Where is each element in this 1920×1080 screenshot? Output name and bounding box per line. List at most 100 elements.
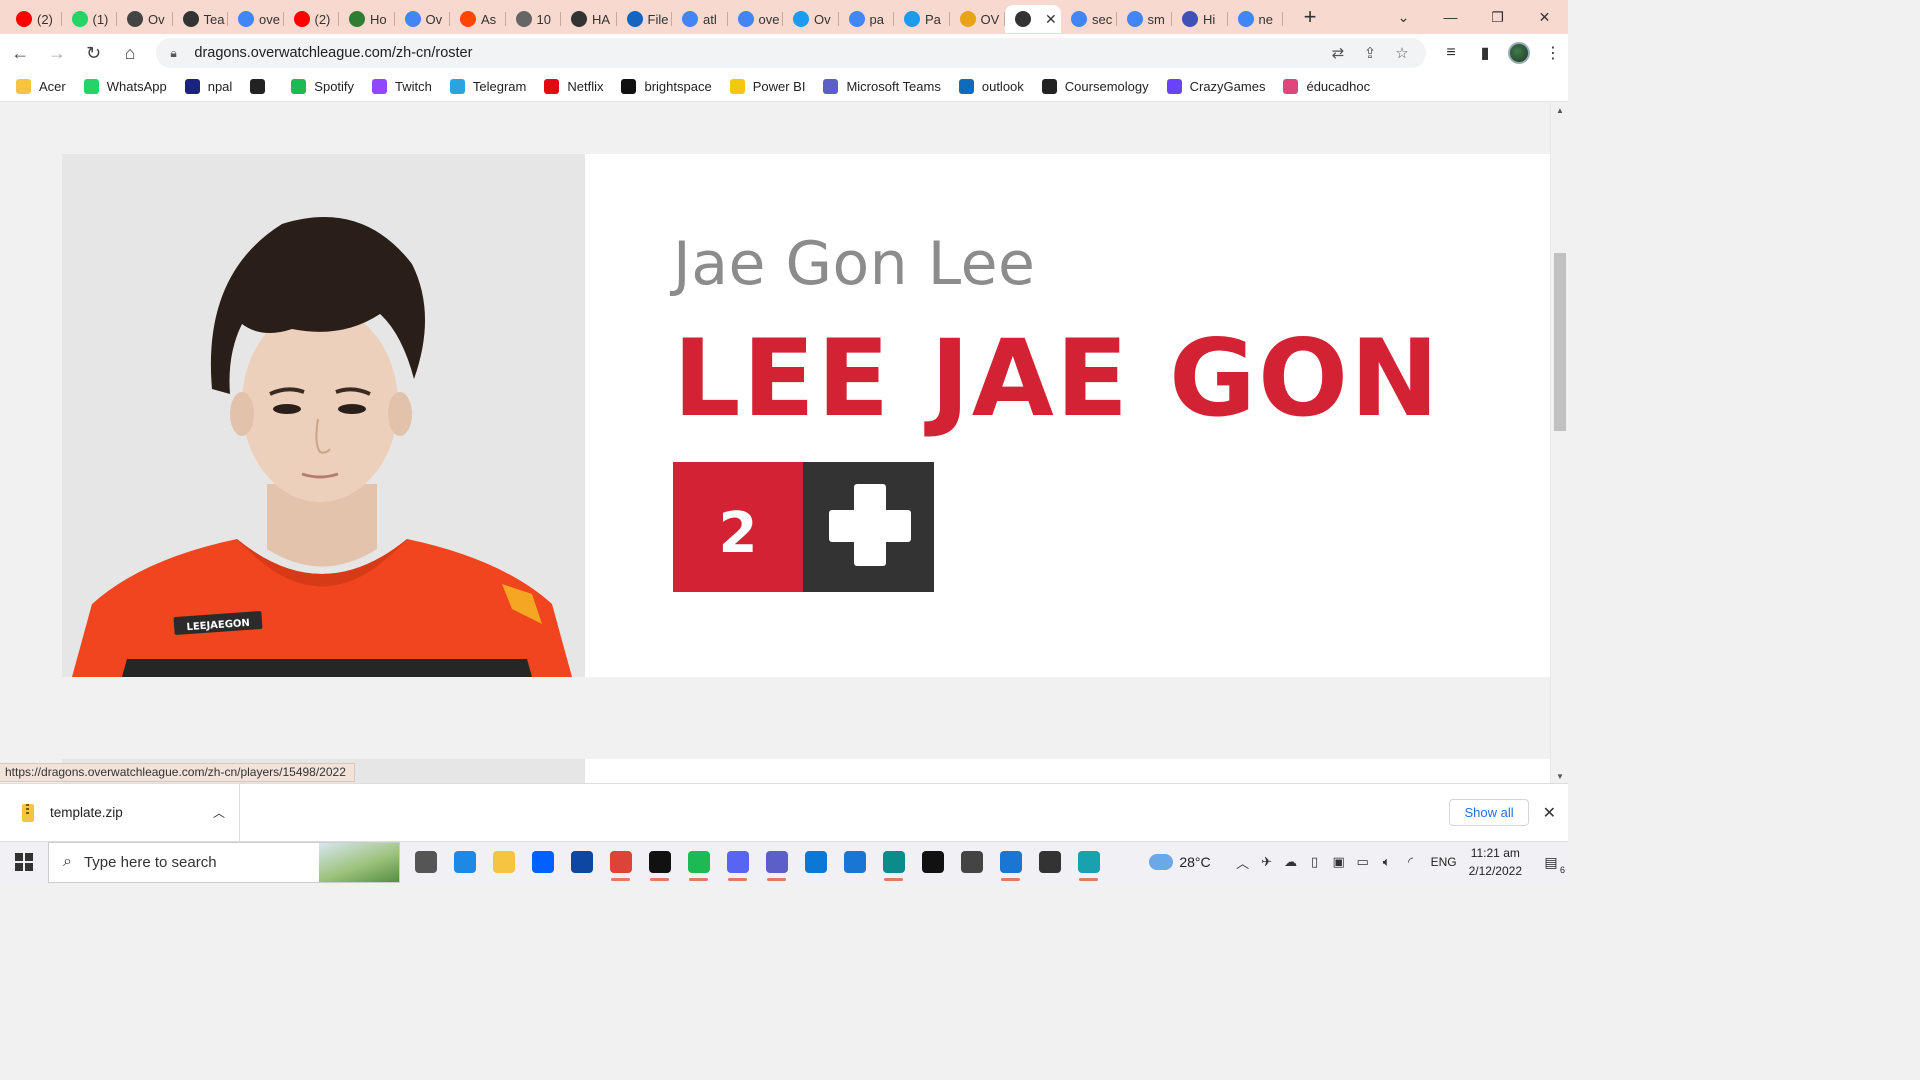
browser-tab[interactable]: Ov: [395, 5, 451, 33]
bookmark-item[interactable]: WhatsApp: [83, 79, 167, 94]
taskbar-app[interactable]: [991, 842, 1030, 883]
taskbar-app[interactable]: [562, 842, 601, 883]
new-tab-button[interactable]: +: [1293, 3, 1327, 31]
browser-tab[interactable]: pa: [839, 5, 895, 33]
taskbar-app[interactable]: [484, 842, 523, 883]
share-icon[interactable]: ⇪: [1354, 44, 1386, 62]
browser-tab[interactable]: 10: [506, 5, 562, 33]
scroll-down-icon[interactable]: ▼: [1551, 769, 1569, 783]
taskbar-app[interactable]: [601, 842, 640, 883]
taskbar-search[interactable]: ⌕ Type here to search: [48, 841, 400, 883]
taskbar-app[interactable]: [523, 842, 562, 883]
clock[interactable]: 11:21 am 2/12/2022: [1469, 844, 1522, 880]
language-indicator[interactable]: ENG: [1431, 855, 1457, 869]
bookmark-item[interactable]: npal: [184, 79, 232, 94]
taskbar-app[interactable]: [406, 842, 445, 883]
tray-chevron-up-icon[interactable]: ︿: [1231, 853, 1255, 872]
taskbar-app[interactable]: [1069, 842, 1108, 883]
onedrive-icon[interactable]: ☁︎: [1279, 854, 1303, 870]
taskbar-app[interactable]: [757, 842, 796, 883]
bookmark-item[interactable]: Spotify: [291, 79, 354, 94]
tab-search-chevron-icon[interactable]: ⌄: [1380, 0, 1427, 34]
browser-tab[interactable]: OV: [950, 5, 1006, 33]
browser-tab[interactable]: Hi: [1172, 5, 1228, 33]
bookmark-item[interactable]: brightspace: [621, 79, 712, 94]
lock-icon[interactable]: 🔒︎: [170, 46, 188, 61]
browser-tab[interactable]: Tea: [173, 5, 229, 33]
bookmark-item[interactable]: Netflix: [544, 79, 603, 94]
player-card[interactable]: LEEJAEGON Jae Gon Lee LEE JAE GON 2: [62, 154, 1550, 677]
bookmark-item[interactable]: Telegram: [449, 79, 526, 94]
browser-tab[interactable]: HA: [561, 5, 617, 33]
bookmark-item[interactable]: outlook: [958, 79, 1024, 94]
weather-widget[interactable]: 28°C: [1149, 854, 1211, 870]
minimize-button[interactable]: —: [1427, 0, 1474, 34]
start-button[interactable]: [0, 842, 48, 883]
browser-tab[interactable]: atl: [672, 5, 728, 33]
taskbar-app[interactable]: [1030, 842, 1069, 883]
volume-icon[interactable]: 🔈︎: [1375, 854, 1399, 870]
home-button[interactable]: ⌂: [114, 37, 147, 70]
close-window-button[interactable]: ✕: [1521, 0, 1568, 34]
url-text[interactable]: dragons.overwatchleague.com/zh-cn/roster: [194, 45, 1322, 61]
browser-tab[interactable]: (1): [62, 5, 118, 33]
close-icon[interactable]: ✕: [1543, 803, 1556, 823]
battery-icon[interactable]: ▭: [1351, 854, 1375, 870]
download-filename[interactable]: template.zip: [50, 805, 213, 820]
taskbar-app[interactable]: [952, 842, 991, 883]
browser-tab[interactable]: ✕: [1005, 5, 1061, 33]
address-bar[interactable]: 🔒︎ dragons.overwatchleague.com/zh-cn/ros…: [156, 38, 1426, 68]
scroll-up-icon[interactable]: ▲: [1551, 103, 1569, 117]
back-button[interactable]: ←: [4, 37, 37, 70]
forward-button[interactable]: →: [41, 37, 74, 70]
browser-tab[interactable]: Ov: [783, 5, 839, 33]
bookmark-item[interactable]: Microsoft Teams: [823, 79, 941, 94]
taskbar-app[interactable]: [796, 842, 835, 883]
media-queue-icon[interactable]: ≡: [1436, 38, 1466, 68]
menu-kebab-icon[interactable]: ⋮: [1538, 38, 1568, 68]
bookmark-item[interactable]: éducadhoc: [1283, 79, 1370, 94]
taskbar-app[interactable]: [640, 842, 679, 883]
browser-tab[interactable]: (2): [284, 5, 340, 33]
taskbar-app[interactable]: [835, 842, 874, 883]
side-panel-icon[interactable]: ▮: [1470, 38, 1500, 68]
bookmark-star-icon[interactable]: ☆: [1386, 44, 1418, 62]
tray-app-icon[interactable]: ✈︎: [1255, 854, 1279, 870]
taskbar-app[interactable]: [913, 842, 952, 883]
browser-tab[interactable]: ove: [228, 5, 284, 33]
taskbar-app[interactable]: [445, 842, 484, 883]
bookmark-item[interactable]: Acer: [16, 79, 66, 94]
download-item[interactable]: template.zip ︿: [0, 783, 240, 842]
browser-tab[interactable]: Pa: [894, 5, 950, 33]
browser-tab[interactable]: ne: [1228, 5, 1284, 33]
browser-tab[interactable]: Ov: [117, 5, 173, 33]
show-all-button[interactable]: Show all: [1449, 799, 1529, 826]
bookmark-item[interactable]: [250, 79, 273, 94]
taskbar-app[interactable]: [679, 842, 718, 883]
reload-button[interactable]: ↻: [77, 37, 110, 70]
translate-icon[interactable]: ⇄: [1322, 44, 1354, 62]
taskbar-app[interactable]: [874, 842, 913, 883]
profile-avatar[interactable]: [1504, 38, 1534, 68]
browser-tab[interactable]: Ho: [339, 5, 395, 33]
browser-tab[interactable]: File: [617, 5, 673, 33]
scroll-thumb[interactable]: [1554, 253, 1566, 431]
wifi-icon[interactable]: ◜: [1399, 854, 1423, 870]
bookmark-item[interactable]: Power BI: [729, 79, 805, 94]
notification-center-icon[interactable]: ▤ 6: [1534, 842, 1568, 883]
bookmark-item[interactable]: Twitch: [372, 79, 432, 94]
tray-security-icon[interactable]: ▣: [1327, 854, 1351, 870]
page-scrollbar[interactable]: ▲ ▼: [1550, 103, 1568, 783]
tray-device-icon[interactable]: ▯: [1303, 854, 1327, 870]
browser-tab[interactable]: sm: [1117, 5, 1173, 33]
bookmark-item[interactable]: CrazyGames: [1166, 79, 1265, 94]
browser-tab[interactable]: sec: [1061, 5, 1117, 33]
taskbar-app[interactable]: [718, 842, 757, 883]
bookmark-item[interactable]: Coursemology: [1041, 79, 1149, 94]
tab-close-icon[interactable]: ✕: [1045, 11, 1057, 28]
browser-tab[interactable]: (2): [6, 5, 62, 33]
browser-tab[interactable]: ove: [728, 5, 784, 33]
browser-tab[interactable]: As: [450, 5, 506, 33]
restore-button[interactable]: ❐: [1474, 0, 1521, 34]
chevron-up-icon[interactable]: ︿: [213, 804, 225, 821]
